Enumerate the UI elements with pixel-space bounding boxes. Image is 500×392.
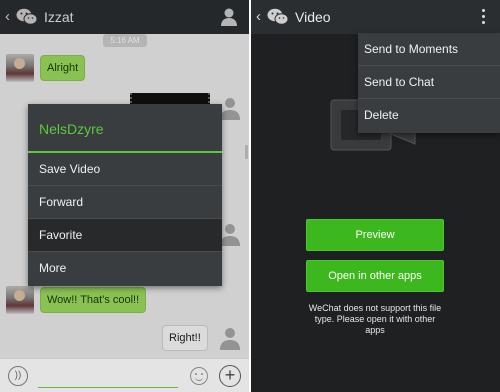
video-options-menu: Send to Moments Send to Chat Delete — [358, 33, 500, 133]
open-in-other-apps-button[interactable]: Open in other apps — [306, 260, 444, 292]
wechat-logo-icon — [267, 8, 289, 25]
emoji-icon[interactable] — [190, 367, 208, 385]
menu-item-favorite[interactable]: Favorite — [28, 219, 222, 252]
voice-icon[interactable]: )) — [8, 366, 28, 386]
menu-item-save-video[interactable]: Save Video — [28, 153, 222, 186]
message-input[interactable] — [38, 366, 178, 388]
unsupported-file-notice: WeChat does not support this file type. … — [308, 303, 442, 335]
context-menu-title: NelsDzyre — [28, 104, 222, 153]
more-vertical-icon[interactable] — [480, 9, 486, 25]
back-icon[interactable]: ‹ — [256, 8, 261, 25]
message-input-bar: )) + — [0, 358, 249, 392]
video-header: ‹ Video — [251, 0, 500, 34]
plus-icon[interactable]: + — [219, 365, 241, 387]
menu-item-delete[interactable]: Delete — [358, 99, 500, 132]
menu-item-forward[interactable]: Forward — [28, 186, 222, 219]
menu-item-send-to-moments[interactable]: Send to Moments — [358, 33, 500, 66]
screen-title: Video — [295, 9, 331, 25]
chat-screen: ‹ Izzat 5:16 AM Alright Wow!! That's coo… — [0, 0, 249, 392]
menu-item-send-to-chat[interactable]: Send to Chat — [358, 66, 500, 99]
preview-button[interactable]: Preview — [306, 219, 444, 251]
menu-item-more[interactable]: More — [28, 252, 222, 285]
video-screen: ‹ Video Send to Moments Send to Chat Del… — [251, 0, 500, 392]
message-context-menu: NelsDzyre Save Video Forward Favorite Mo… — [28, 104, 222, 286]
